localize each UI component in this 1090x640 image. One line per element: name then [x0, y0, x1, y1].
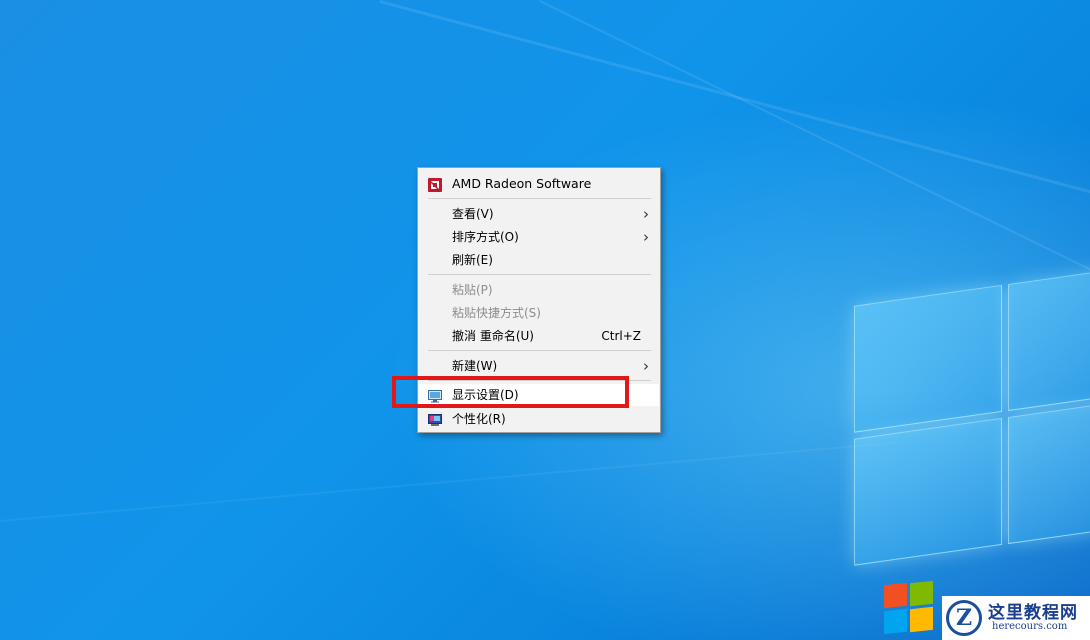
shortcut-label: Ctrl+Z	[601, 329, 641, 343]
windows-flag-icon	[884, 580, 934, 635]
menu-separator	[428, 274, 651, 275]
menu-item-paste-shortcut: 粘贴快捷方式(S)	[419, 302, 659, 324]
menu-item-label: 刷新(E)	[452, 253, 493, 267]
menu-item-label: 排序方式(O)	[452, 230, 519, 244]
menu-separator	[428, 198, 651, 199]
menu-item-personalize[interactable]: 个性化(R)	[419, 408, 659, 430]
logo-pane-top-left	[854, 284, 1002, 433]
menu-item-paste: 粘贴(P)	[419, 279, 659, 301]
logo-pane-bottom-left	[854, 417, 1002, 566]
watermark-badge: Z 这里教程网 herecours.com	[942, 596, 1090, 640]
chevron-right-icon: ›	[643, 357, 649, 375]
desktop[interactable]: AMD Radeon Software 查看(V) › 排序方式(O) › 刷新…	[0, 0, 1090, 640]
menu-item-label: AMD Radeon Software	[452, 176, 592, 191]
watermark-site: herecours.com	[992, 621, 1068, 632]
annotation-highlight-box	[392, 376, 629, 408]
watermark-name: 这里教程网	[988, 603, 1078, 623]
menu-item-refresh[interactable]: 刷新(E)	[419, 249, 659, 271]
chevron-right-icon: ›	[643, 228, 649, 246]
menu-item-label: 查看(V)	[452, 207, 494, 221]
logo-pane-top-right	[1008, 269, 1090, 412]
menu-item-undo-rename[interactable]: 撤消 重命名(U) Ctrl+Z	[419, 325, 659, 347]
menu-item-label: 粘贴(P)	[452, 283, 493, 297]
menu-item-label: 新建(W)	[452, 359, 498, 373]
wallpaper-windows-logo	[850, 250, 1090, 587]
menu-item-amd-radeon-software[interactable]: AMD Radeon Software	[419, 173, 659, 195]
menu-item-new[interactable]: 新建(W) ›	[419, 355, 659, 377]
menu-item-sort-by[interactable]: 排序方式(O) ›	[419, 226, 659, 248]
menu-item-label: 粘贴快捷方式(S)	[452, 306, 541, 320]
logo-pane-bottom-right	[1008, 402, 1090, 545]
menu-item-label: 个性化(R)	[452, 412, 506, 426]
amd-radeon-icon	[428, 177, 442, 192]
watermark: Z 这里教程网 herecours.com	[884, 580, 1090, 640]
menu-item-view[interactable]: 查看(V) ›	[419, 203, 659, 225]
wallpaper-light-beam	[0, 441, 897, 522]
chevron-right-icon: ›	[643, 205, 649, 223]
personalize-icon	[428, 412, 442, 426]
menu-item-label: 撤消 重命名(U)	[452, 329, 534, 343]
watermark-logo-icon: Z	[946, 600, 982, 636]
menu-separator	[428, 350, 651, 351]
